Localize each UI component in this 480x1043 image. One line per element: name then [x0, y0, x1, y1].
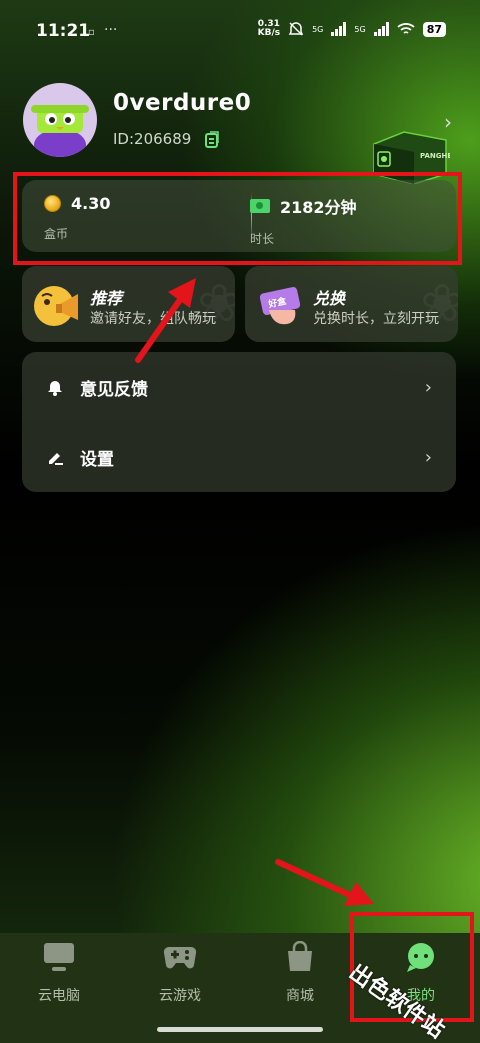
chevron-right-icon: ›: [424, 446, 432, 468]
nav-label: 商城: [286, 988, 314, 1004]
signal-bars-icon-2: [373, 22, 389, 36]
promo-redeem-subtitle: 兑换时长，立刻开玩: [313, 311, 439, 327]
battery-indicator: 87: [422, 21, 446, 37]
menu-item-label: 意见反馈: [80, 379, 148, 400]
network-5g-label-2: 5G: [354, 24, 366, 34]
nav-label: 云电脑: [38, 988, 80, 1004]
status-right: 0.31 KB/s 5G 5G 87: [258, 20, 446, 38]
nav-label: 云游戏: [159, 988, 201, 1004]
menu-item-feedback[interactable]: 意见反馈 ›: [22, 352, 456, 422]
avatar[interactable]: [23, 83, 97, 157]
ticket-hand-icon: 好盒: [259, 287, 301, 325]
signal-bars-icon: [331, 22, 347, 36]
more-dots-icon: ···: [104, 22, 118, 38]
highlight-box-stats: [13, 172, 462, 265]
monitor-icon: [44, 943, 74, 971]
nav-item-cloud-game[interactable]: 云游戏: [140, 941, 220, 1005]
megaphone-emoji-icon: [34, 286, 78, 326]
status-bar: 11:21 ▫ ··· 0.31 KB/s 5G 5G 87: [0, 0, 480, 64]
promo-redeem-title: 兑换: [313, 289, 346, 308]
copy-icon[interactable]: [205, 131, 220, 148]
shopping-bag-icon: [288, 940, 312, 971]
arrow-annotation-icon-2: [275, 859, 374, 906]
wifi-icon: [397, 23, 415, 34]
home-indicator: [157, 1027, 323, 1032]
network-speed: 0.31 KB/s: [257, 19, 281, 38]
user-id: ID:206689: [113, 130, 192, 148]
bell-icon: [48, 381, 62, 396]
box-brand-text: PANGHE Box: [420, 152, 450, 160]
network-5g-label: 5G: [312, 24, 324, 34]
notification-icon: ▫: [88, 27, 95, 38]
pencil-icon: [49, 453, 63, 465]
status-time: 11:21: [36, 21, 91, 41]
nav-item-cloud-pc[interactable]: 云电脑: [19, 941, 99, 1005]
menu-item-settings[interactable]: 设置 ›: [22, 422, 456, 492]
menu-item-label: 设置: [80, 449, 114, 470]
gamepad-icon: [163, 946, 197, 969]
chevron-right-icon: ›: [424, 376, 432, 398]
menu-card: 意见反馈 › 设置 ›: [22, 352, 456, 492]
arrow-annotation-icon: [135, 278, 196, 363]
avatar-character-icon: [31, 105, 89, 157]
username: 0verdure0: [113, 90, 252, 116]
mute-icon: [288, 22, 304, 36]
nav-item-store[interactable]: 商城: [260, 940, 340, 1005]
promo-card-redeem[interactable]: ❀ 好盒 兑换 兑换时长，立刻开玩: [245, 266, 458, 342]
promo-recommend-title: 推荐: [90, 289, 123, 308]
